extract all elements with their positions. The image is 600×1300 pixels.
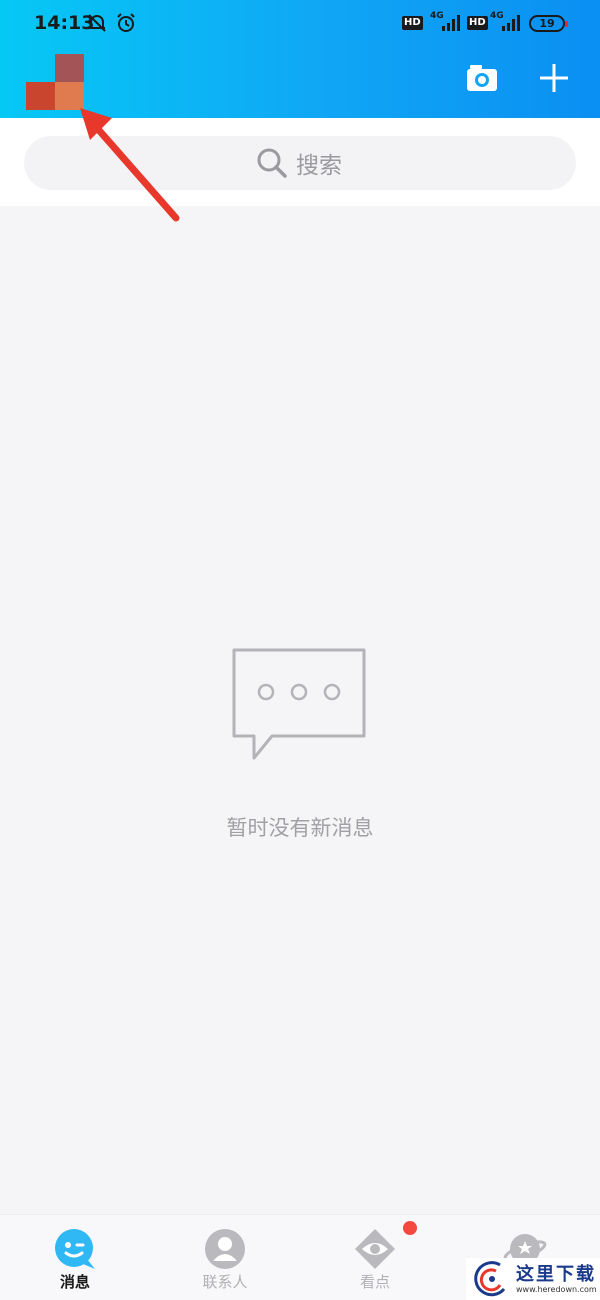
watermark: 这里下载 www.heredown.com xyxy=(466,1258,600,1300)
signal-icon xyxy=(440,14,462,36)
tab-messages[interactable]: 消息 xyxy=(20,1215,130,1300)
alarm-icon xyxy=(115,12,137,38)
status-bar: 14:13 HD 4G HD 4G 19 xyxy=(0,0,600,50)
empty-state-message: 暂时没有新消息 xyxy=(226,816,374,840)
watermark-text: 这里下载 xyxy=(516,1264,596,1285)
notification-muted-icon xyxy=(86,12,108,38)
tab-discover[interactable]: 看点 xyxy=(320,1215,430,1300)
battery-indicator: 19 xyxy=(529,15,568,32)
add-button[interactable] xyxy=(536,60,572,96)
tab-contacts[interactable]: 联系人 xyxy=(170,1215,280,1300)
contact-icon xyxy=(205,1229,245,1269)
empty-chat-icon xyxy=(230,648,370,768)
tab-label: 消息 xyxy=(59,1273,90,1291)
camera-button[interactable] xyxy=(464,60,500,96)
tab-label: 联系人 xyxy=(202,1273,248,1291)
hd-badge: HD xyxy=(467,16,488,30)
search-placeholder: 搜索 xyxy=(296,153,342,179)
eye-icon xyxy=(355,1229,395,1269)
watermark-logo-icon xyxy=(474,1261,506,1297)
camera-icon xyxy=(467,65,497,91)
hd-badge: HD xyxy=(402,16,423,30)
plus-icon xyxy=(540,64,568,92)
tab-label: 看点 xyxy=(359,1273,390,1291)
chat-face-icon xyxy=(55,1229,95,1269)
signal-icon xyxy=(500,14,522,36)
search-icon xyxy=(257,148,287,178)
annotation-arrow-icon xyxy=(80,108,180,222)
notification-badge xyxy=(403,1221,417,1235)
watermark-url: www.heredown.com xyxy=(516,1285,597,1294)
